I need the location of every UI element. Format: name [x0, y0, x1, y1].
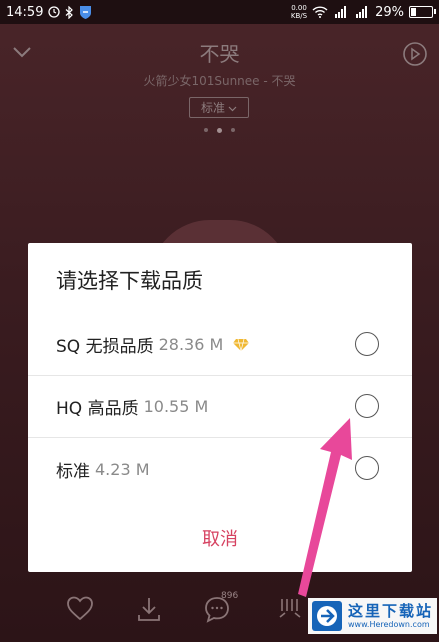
net-speed-value: 0.00: [291, 4, 307, 12]
pager-dot: [231, 128, 235, 132]
option-size: 4.23 M: [95, 459, 150, 479]
option-size: 28.36 M: [158, 335, 224, 354]
shield-icon: [79, 5, 92, 19]
chevron-down-icon: [228, 101, 237, 115]
option-name: HQ 高品质: [56, 399, 139, 419]
alarm-icon: [48, 6, 61, 18]
signal-icon-sim2: [354, 6, 370, 18]
heart-icon[interactable]: [66, 595, 94, 625]
dialog-title: 请选择下载品质: [56, 269, 203, 293]
battery-icon: [409, 6, 436, 18]
net-speed-unit: KB/S: [290, 12, 308, 20]
signal-icon-sim1: [333, 6, 349, 18]
download-icon[interactable]: [135, 595, 163, 627]
watermark-url: www.Heredown.com: [348, 619, 430, 629]
quality-selector[interactable]: 标准: [189, 97, 249, 118]
pager-dot: [204, 128, 208, 132]
cancel-button[interactable]: 取消: [28, 525, 412, 551]
option-radio[interactable]: [355, 456, 379, 480]
more-options-icon[interactable]: [277, 595, 303, 627]
battery-percent: 29%: [375, 4, 404, 20]
option-standard[interactable]: 标准 4.23 M: [28, 438, 412, 500]
comment-count: 896: [221, 591, 239, 601]
net-speed: 0.00 KB/S: [291, 4, 307, 20]
pager-dots: [0, 128, 439, 133]
song-title: 不哭: [199, 42, 240, 66]
watermark-title: 这里下载站: [348, 601, 434, 620]
status-bar: 14:59 0.00 KB/S 29%: [0, 0, 439, 24]
wifi-icon: [312, 6, 328, 18]
download-quality-dialog: 请选择下载品质 SQ 无损品质 28.36 M HQ 高品质 10.55 M 标…: [28, 243, 412, 572]
battery-fill: [411, 8, 416, 16]
option-name: 标准: [56, 461, 90, 482]
heredown-watermark: 这里下载站 www.Heredown.com: [308, 598, 437, 634]
vip-diamond-icon: [233, 338, 250, 351]
quality-selector-label: 标准: [200, 101, 225, 115]
heredown-logo-icon: [312, 601, 342, 631]
option-hq[interactable]: HQ 高品质 10.55 M: [28, 376, 412, 438]
option-radio[interactable]: [355, 332, 379, 356]
pager-dot: [217, 128, 222, 133]
status-time: 14:59: [6, 4, 44, 20]
option-size: 10.55 M: [143, 397, 209, 416]
option-sq-lossless[interactable]: SQ 无损品质 28.36 M: [28, 314, 412, 376]
option-radio[interactable]: [355, 394, 379, 418]
option-name: SQ 无损品质: [56, 337, 154, 357]
artist-line: 火箭少女101Sunnee - 不哭: [143, 74, 296, 88]
bluetooth-icon: [65, 5, 74, 19]
